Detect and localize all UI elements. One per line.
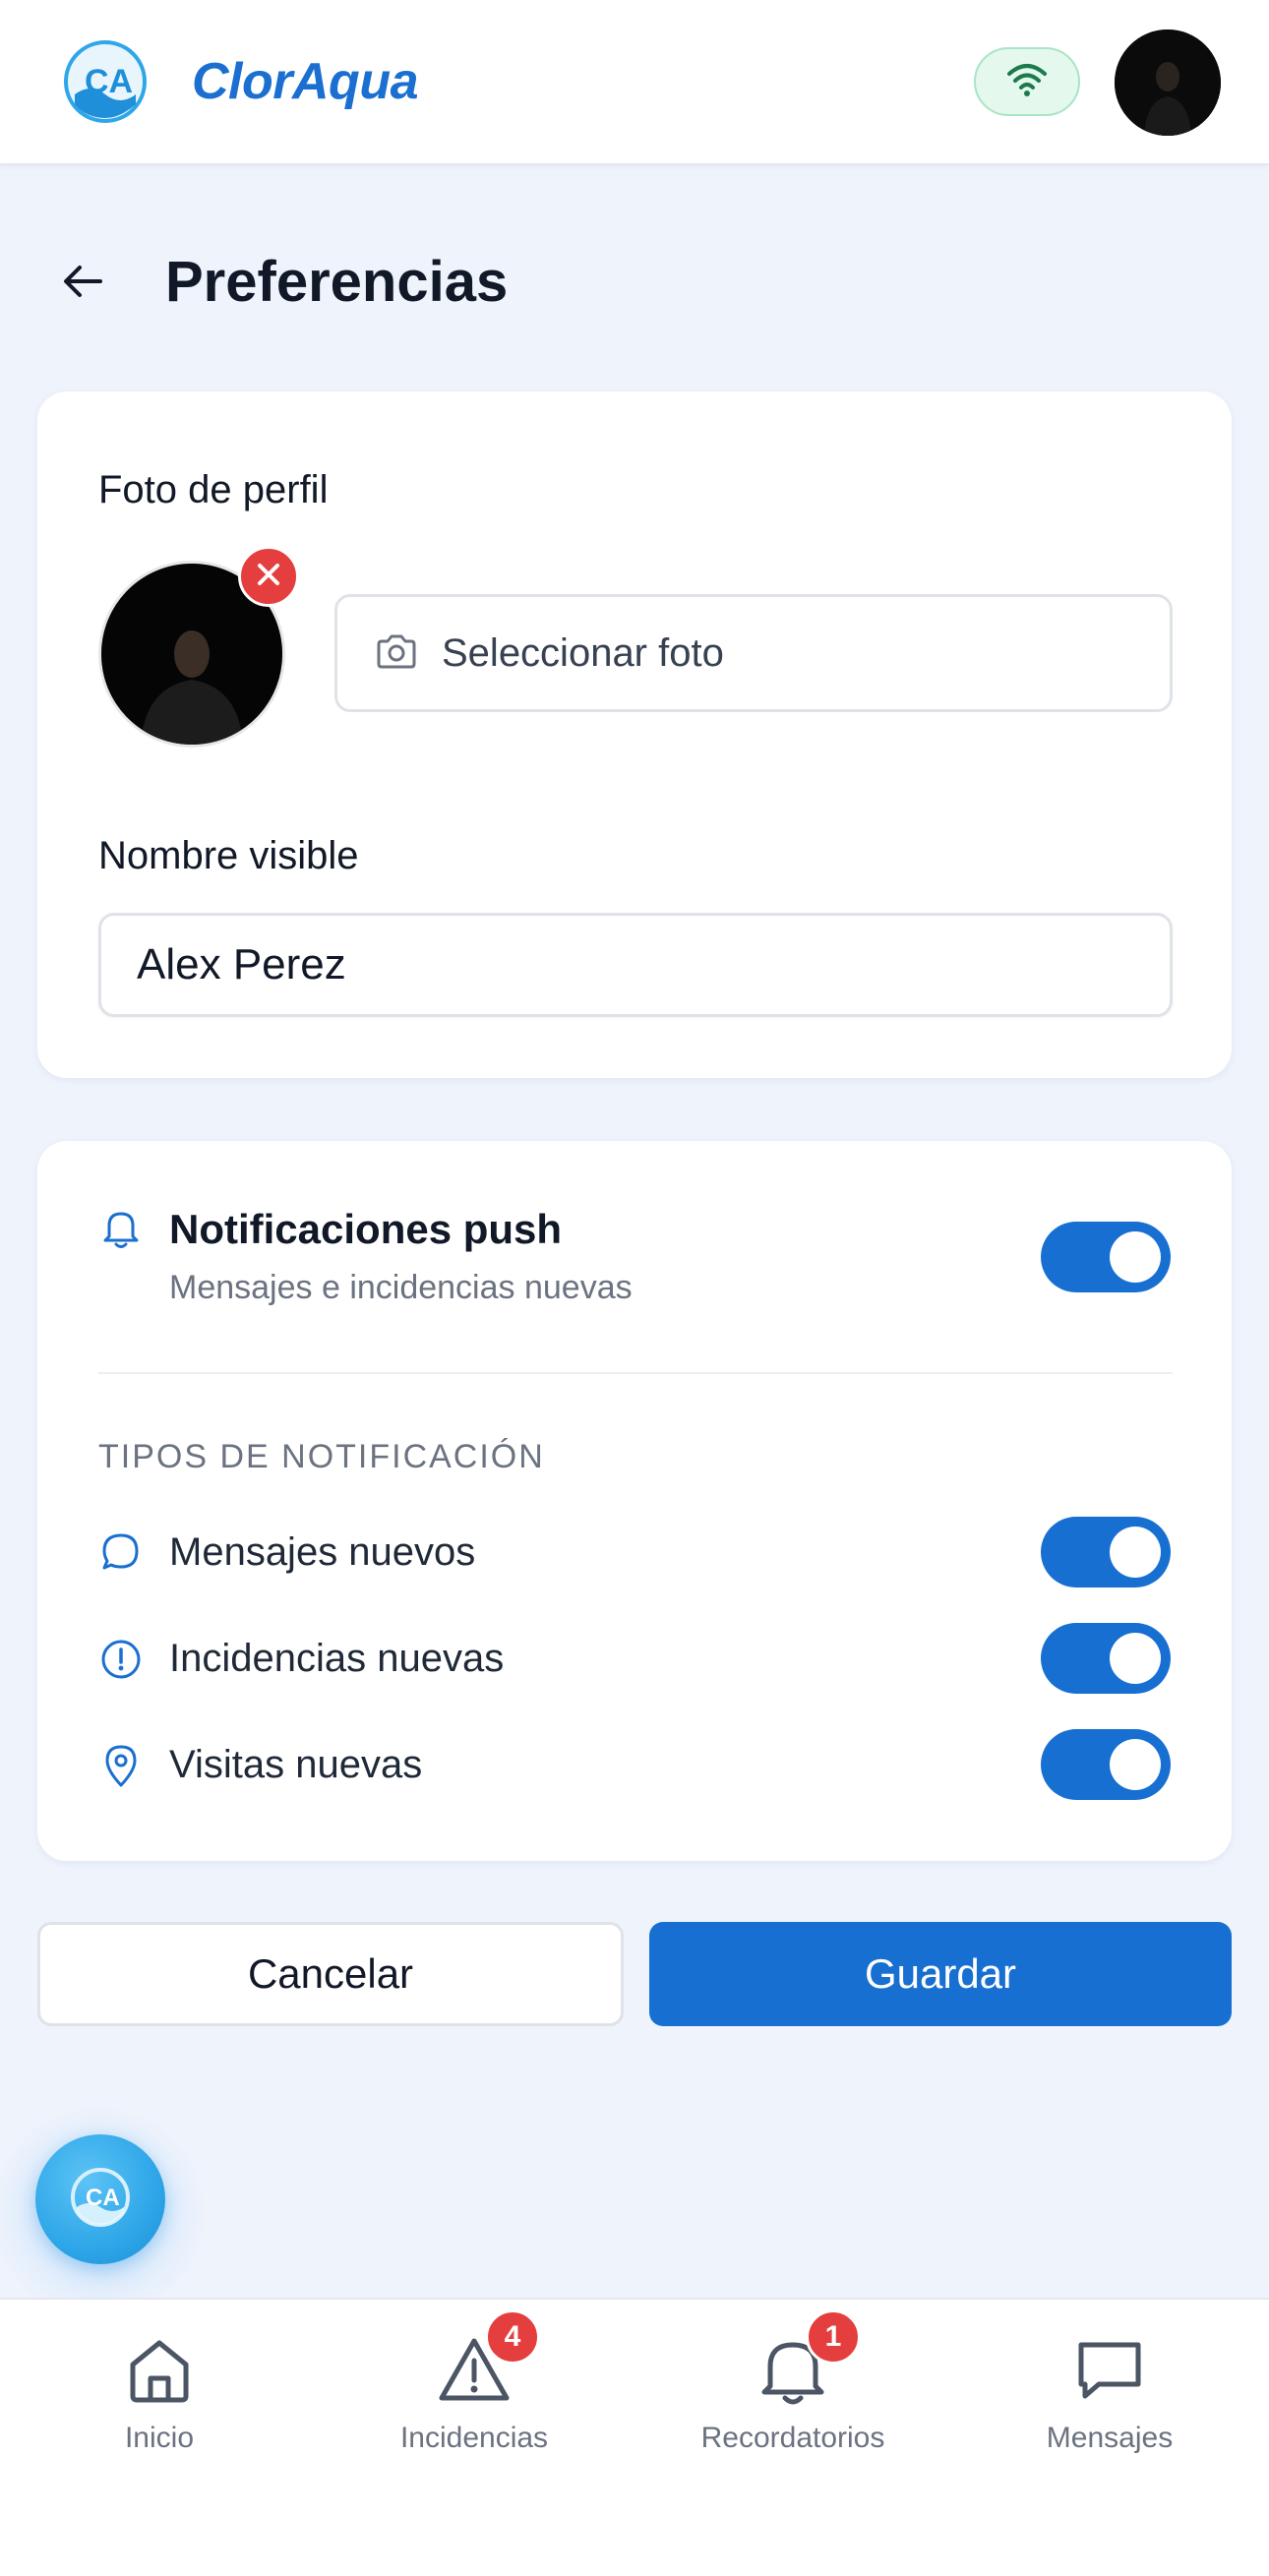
type-label-visits: Visitas nuevas — [169, 1743, 423, 1786]
user-avatar[interactable] — [1115, 30, 1221, 136]
back-button[interactable] — [57, 258, 108, 309]
close-icon — [256, 562, 281, 592]
cloraqua-logo-icon[interactable]: CA — [63, 39, 148, 124]
remove-photo-button[interactable] — [238, 546, 299, 607]
warning-triangle-icon: 4 — [436, 2309, 540, 2408]
messages-toggle[interactable] — [1041, 1517, 1171, 1588]
message-circle-icon — [98, 1529, 144, 1575]
type-label-messages: Mensajes nuevos — [169, 1530, 476, 1574]
home-icon — [121, 2331, 198, 2408]
select-photo-label: Seleccionar foto — [442, 630, 724, 675]
push-notifications-toggle[interactable] — [1041, 1222, 1171, 1292]
camera-icon — [375, 632, 418, 675]
svg-text:CA: CA — [85, 63, 133, 100]
notification-types-heading: TIPOS DE NOTIFICACIÓN — [98, 1438, 545, 1475]
toggle-knob — [1110, 1633, 1161, 1684]
reminders-badge: 1 — [806, 2309, 861, 2365]
type-label-incidents: Incidencias nuevas — [169, 1637, 505, 1680]
map-pin-icon — [98, 1743, 144, 1788]
push-notifications-title: Notificaciones push — [169, 1206, 563, 1252]
nav-item-mensajes[interactable]: Mensajes — [992, 2331, 1228, 2455]
name-label: Nombre visible — [98, 834, 359, 877]
cloraqua-logo-icon: CA — [69, 2166, 132, 2234]
nav-item-inicio[interactable]: Inicio — [41, 2331, 277, 2455]
app-header: CA ClorAqua — [0, 0, 1269, 165]
brand-name: ClorAqua — [192, 53, 419, 110]
toggle-knob — [1110, 1231, 1161, 1283]
photo-label: Foto de perfil — [98, 468, 329, 511]
display-name-input[interactable]: Alex Perez — [98, 913, 1173, 1017]
arrow-left-icon — [63, 265, 102, 303]
wifi-icon — [1005, 60, 1049, 104]
toggle-knob — [1110, 1527, 1161, 1578]
nav-label: Recordatorios — [700, 2422, 885, 2454]
assistant-button[interactable]: CA — [35, 2134, 165, 2264]
nav-item-incidencias[interactable]: 4 Incidencias — [356, 2309, 592, 2455]
nav-item-recordatorios[interactable]: 1 Recordatorios — [675, 2309, 911, 2455]
incidents-toggle[interactable] — [1041, 1623, 1171, 1694]
svg-text:CA: CA — [86, 2185, 120, 2211]
divider — [98, 1372, 1173, 1374]
bell-icon — [98, 1206, 144, 1251]
visits-toggle[interactable] — [1041, 1729, 1171, 1800]
nav-label: Incidencias — [399, 2422, 549, 2454]
connection-status[interactable] — [974, 47, 1080, 116]
page-title: Preferencias — [165, 250, 509, 314]
alert-circle-icon — [98, 1637, 144, 1682]
cancel-button[interactable]: Cancelar — [37, 1922, 624, 2026]
select-photo-button[interactable]: Seleccionar foto — [334, 594, 1173, 712]
incidents-badge: 4 — [485, 2309, 540, 2365]
message-square-icon — [1071, 2331, 1148, 2408]
bottom-navigation: Inicio 4 Incidencias 1 Recordatorios Men… — [0, 2298, 1269, 2576]
push-notifications-subtitle: Mensajes e incidencias nuevas — [169, 1269, 633, 1306]
nav-label: Mensajes — [1046, 2422, 1174, 2454]
save-button[interactable]: Guardar — [649, 1922, 1232, 2026]
nav-label: Inicio — [124, 2422, 195, 2454]
bell-icon: 1 — [755, 2309, 861, 2408]
toggle-knob — [1110, 1739, 1161, 1790]
preferences-screen: CA ClorAqua Preferencias Foto de perfil … — [0, 0, 1269, 2576]
